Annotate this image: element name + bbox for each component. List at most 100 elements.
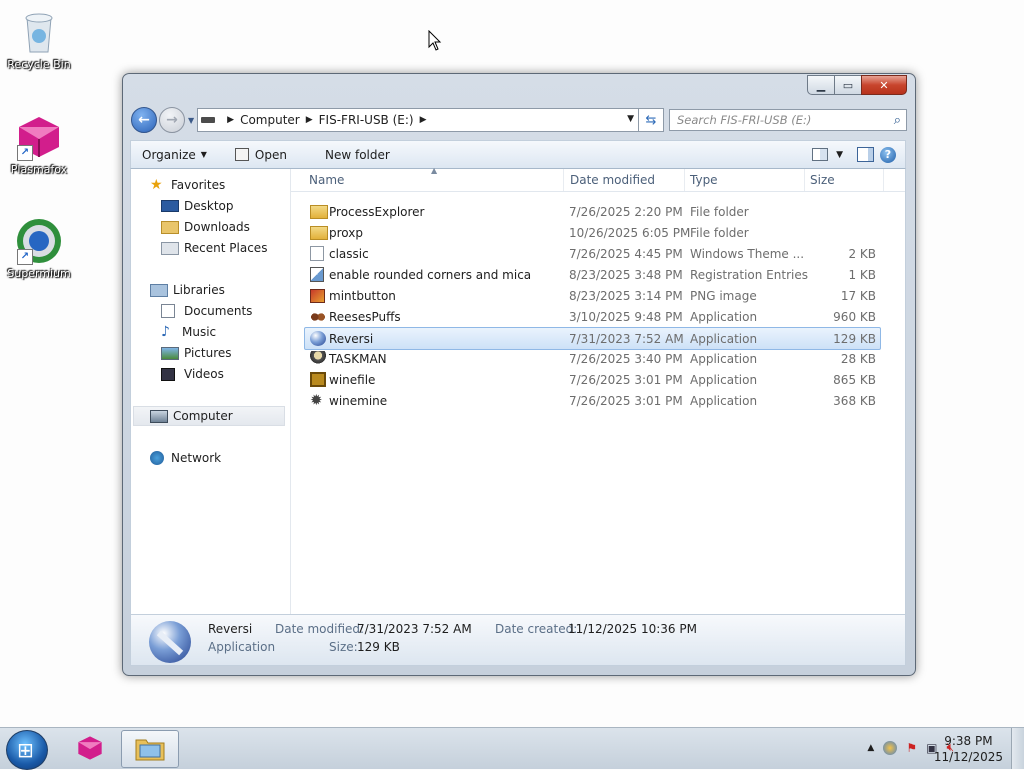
file-row[interactable]: ✹ winemine 7/26/2025 3:01 PM Application… [305,390,880,411]
action-center-icon[interactable]: ⚑ [906,741,917,755]
cereal-app-icon [310,311,326,322]
reversi-large-icon [149,621,191,663]
file-size: 28 KB [840,351,876,366]
nav-item-music[interactable]: ♪ Music [161,325,216,339]
new-folder-button[interactable]: New folder [317,141,398,168]
file-date: 7/26/2025 3:40 PM [569,351,683,366]
file-row[interactable]: ReesesPuffs 3/10/2025 9:48 PM Applicatio… [305,306,880,327]
preview-pane-icon[interactable] [857,147,874,162]
theme-file-icon [310,246,324,261]
registry-file-icon [310,267,324,282]
desktop-icon-plasmafox[interactable]: ↗ Plasmafox [0,113,78,176]
file-name: winefile [329,372,376,387]
nav-label: Videos [184,367,224,381]
organize-button[interactable]: Organize ▼ [131,141,215,168]
nav-item-videos[interactable]: Videos [161,367,224,381]
shortcut-arrow-icon: ↗ [17,249,33,265]
breadcrumb-computer[interactable]: Computer [240,113,300,127]
file-size: 368 KB [833,393,876,408]
maximize-button[interactable]: ▭ [834,75,862,95]
show-hidden-icons-icon[interactable]: ▲ [867,743,874,753]
file-name: mintbutton [329,288,396,303]
refresh-button[interactable]: ⇆ [639,108,664,132]
file-row[interactable]: winefile 7/26/2025 3:01 PM Application 8… [305,369,880,390]
file-date: 7/26/2025 3:01 PM [569,393,683,408]
file-row[interactable]: TASKMAN 7/26/2025 3:40 PM Application 28… [305,348,880,369]
nav-item-network[interactable]: Network [150,451,221,465]
view-options-icon[interactable] [812,148,829,161]
file-name: TASKMAN [329,351,387,366]
plasmafox-icon: ↗ [15,113,63,161]
file-row[interactable]: ProcessExplorer 7/26/2025 2:20 PM File f… [305,201,880,222]
file-size: 960 KB [833,309,876,324]
search-placeholder: Search FIS-FRI-USB (E:) [677,113,812,127]
network-status-icon[interactable] [883,740,898,755]
column-header-date-modified[interactable]: Date modified [570,173,655,187]
file-row-selected[interactable]: Reversi 7/31/2023 7:52 AM Application 12… [304,327,881,350]
start-button[interactable] [6,730,48,770]
column-header-name[interactable]: Name [309,173,344,187]
column-header-type[interactable]: Type [690,173,718,187]
column-header-size[interactable]: Size [810,173,835,187]
nav-item-libraries[interactable]: Libraries [150,283,225,297]
open-button[interactable]: Open [227,141,295,168]
folder-icon [310,204,328,219]
clock[interactable]: 9:38 PM 11/12/2025 [934,733,1003,765]
file-date: 7/26/2025 2:20 PM [569,204,683,219]
downloads-folder-icon [161,220,179,234]
details-size-value: 129 KB [357,640,400,654]
nav-item-pictures[interactable]: Pictures [161,346,232,360]
folder-icon [135,739,165,761]
nav-item-desktop[interactable]: Desktop [161,199,234,213]
desktop-icon-label: Supermium [7,267,71,280]
network-icon [150,451,164,465]
help-icon[interactable]: ? [880,146,896,163]
nav-item-favorites[interactable]: ★ Favorites [150,178,225,192]
nav-item-downloads[interactable]: Downloads [161,220,250,234]
sort-arrow-icon: ▲ [431,166,438,175]
recent-pages-dropdown[interactable]: ▼ [188,116,194,125]
file-type: Application [690,331,758,346]
drive-icon [201,117,216,123]
file-list: Name ▲ Date modified Type Size ProcessEx… [291,166,905,614]
breadcrumb-chevron-icon[interactable]: ▶ [306,115,313,125]
search-icon[interactable]: ⌕ [894,113,901,128]
nav-label: Computer [173,409,233,423]
file-row[interactable]: proxp 10/26/2025 6:05 PM File folder [305,222,880,243]
file-type: File folder [690,225,749,240]
breadcrumb-drive[interactable]: FIS-FRI-USB (E:) [319,113,414,127]
taskbar-explorer[interactable] [121,730,179,768]
file-date: 3/10/2025 9:48 PM [569,309,683,324]
nav-item-recent-places[interactable]: Recent Places [161,241,267,255]
desktop-icon-supermium[interactable]: ↗ Supermium [0,217,78,280]
minimize-button[interactable]: ▁ [807,75,835,95]
shortcut-arrow-icon: ↗ [17,145,33,161]
file-row[interactable]: mintbutton 8/23/2025 3:14 PM PNG image 1… [305,285,880,306]
desktop-icon-recycle-bin[interactable]: Recycle Bin [0,8,78,71]
back-button[interactable]: ← [131,107,157,133]
address-dropdown-icon[interactable]: ▼ [627,114,634,124]
search-input[interactable]: Search FIS-FRI-USB (E:) ⌕ [669,109,907,131]
file-name: proxp [329,225,363,240]
file-row[interactable]: enable rounded corners and mica 8/23/202… [305,264,880,285]
taskbar-plasmafox[interactable] [62,730,118,766]
breadcrumb-chevron-icon[interactable]: ▶ [420,115,427,125]
view-dropdown-icon[interactable]: ▼ [836,150,843,160]
close-button[interactable]: ✕ [861,75,907,95]
file-type: PNG image [690,288,757,303]
breadcrumb-chevron-icon[interactable]: ▶ [227,115,234,125]
show-desktop-button[interactable] [1011,728,1024,769]
address-bar[interactable]: ▶ Computer ▶ FIS-FRI-USB (E:) ▶ ▼ [197,108,639,132]
file-size: 865 KB [833,372,876,387]
details-created-value: 11/12/2025 10:36 PM [568,622,697,636]
nav-item-documents[interactable]: Documents [161,304,252,318]
details-modified-label: Date modified: [275,622,365,636]
caption-buttons: ▁ ▭ ✕ [807,75,907,95]
forward-button[interactable]: → [159,107,185,133]
nav-label: Desktop [184,199,234,213]
file-row[interactable]: classic 7/26/2025 4:45 PM Windows Theme … [305,243,880,264]
reversi-icon [310,331,326,346]
nav-item-computer[interactable]: Computer [133,406,285,426]
file-name: ProcessExplorer [329,204,425,219]
image-file-icon [310,288,325,303]
